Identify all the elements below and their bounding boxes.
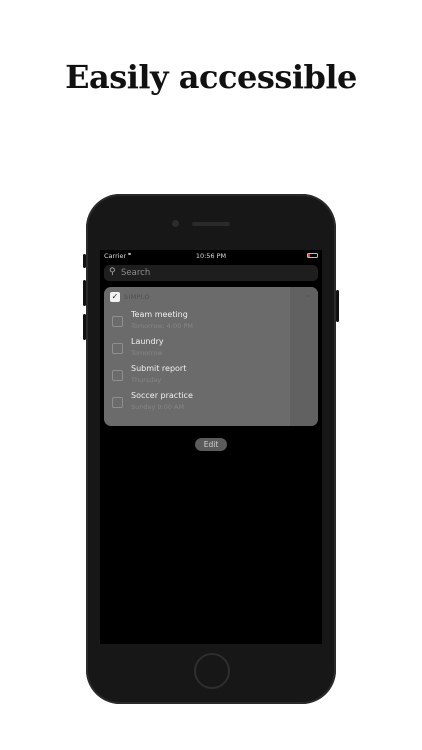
battery-level-fill [308, 254, 311, 257]
task-checkbox[interactable] [112, 343, 123, 354]
task-item[interactable]: Submit report Thursday [104, 364, 318, 390]
earpiece-speaker [192, 222, 230, 226]
status-bar: Carrier ⚭ 10:56 PM [100, 250, 322, 262]
chevron-down-icon[interactable]: ⌄ [304, 290, 311, 299]
task-subtitle: Tomorrow, 4:00 PM [131, 322, 193, 330]
edit-button[interactable]: Edit [195, 438, 227, 451]
front-camera [172, 220, 179, 227]
task-subtitle: Thursday [131, 376, 162, 384]
widget-app-name: SIMPLO [124, 293, 150, 301]
task-title: Team meeting [131, 310, 188, 319]
task-title: Laundry [131, 337, 164, 346]
task-checkbox[interactable] [112, 397, 123, 408]
task-subtitle: Tomorrow [131, 349, 163, 357]
simplo-widget: ✓ SIMPLO ⌄ Team meeting Tomorrow, 4:00 P… [104, 287, 318, 426]
task-item[interactable]: Soccer practice Sunday 9:00 AM [104, 391, 318, 417]
task-item[interactable]: Team meeting Tomorrow, 4:00 PM [104, 310, 318, 336]
search-icon: ⚲ [109, 267, 116, 277]
volume-up-button [83, 280, 86, 306]
volume-down-button [83, 314, 86, 340]
task-checkbox[interactable] [112, 316, 123, 327]
headline: Easily accessible [65, 58, 357, 96]
battery-icon [307, 253, 318, 258]
search-bar[interactable]: ⚲ Search [104, 265, 318, 281]
clock: 10:56 PM [195, 252, 227, 260]
task-checkbox[interactable] [112, 370, 123, 381]
task-item[interactable]: Laundry Tomorrow [104, 337, 318, 363]
home-button[interactable] [194, 653, 230, 689]
phone-frame: Carrier ⚭ 10:56 PM ⚲ Search ✓ SIMPLO ⌄ T… [83, 194, 339, 704]
search-placeholder: Search [121, 268, 151, 278]
phone-screen: Carrier ⚭ 10:56 PM ⚲ Search ✓ SIMPLO ⌄ T… [100, 250, 322, 644]
task-title: Soccer practice [131, 391, 193, 400]
task-title: Submit report [131, 364, 187, 373]
power-button [336, 290, 339, 322]
task-subtitle: Sunday 9:00 AM [131, 403, 185, 411]
widget-header[interactable]: ✓ SIMPLO ⌄ [104, 287, 318, 307]
check-icon: ✓ [110, 292, 120, 302]
silent-switch [83, 254, 86, 268]
